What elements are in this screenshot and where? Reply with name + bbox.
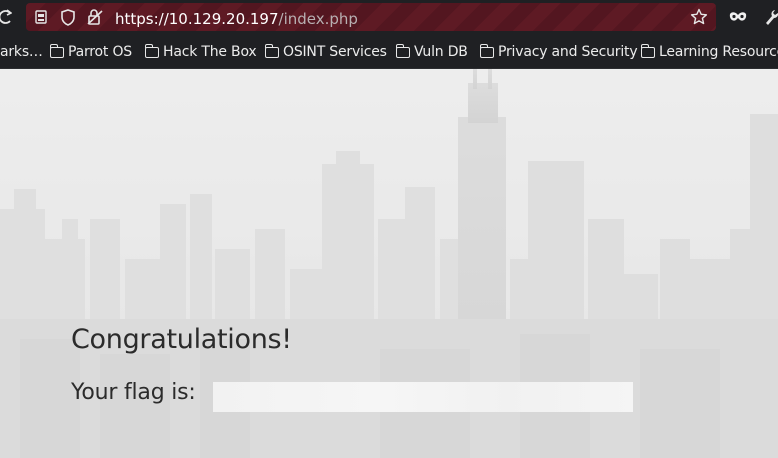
tools-wrench-icon[interactable] xyxy=(765,8,778,29)
address-bar[interactable]: https://10.129.20.197/index.php xyxy=(26,3,716,31)
bookmark-learning-resources[interactable]: Learning Resource xyxy=(640,43,778,61)
browser-toolbar: https://10.129.20.197/index.php xyxy=(0,0,778,34)
bookmark-star-icon[interactable] xyxy=(690,8,708,29)
bookmark-privacy-and-security[interactable]: Privacy and Security xyxy=(479,43,638,61)
folder-icon xyxy=(49,44,64,58)
insecure-lock-icon[interactable] xyxy=(86,8,104,29)
bookmark-label: Vuln DB xyxy=(414,44,468,60)
flag-label: Your flag is: xyxy=(71,380,196,405)
url-path: /index.php xyxy=(278,10,358,28)
bookmark-hack-the-box[interactable]: Hack The Box xyxy=(144,43,257,61)
bookmark-parrot-os[interactable]: Parrot OS xyxy=(49,43,132,61)
tracking-protection-icon[interactable] xyxy=(33,9,49,28)
folder-icon xyxy=(479,44,494,58)
congratulations-heading: Congratulations! xyxy=(71,324,292,355)
url-host: https://10.129.20.197 xyxy=(115,10,279,28)
bookmark-label: OSINT Services xyxy=(283,44,387,60)
bookmarks-toolbar: arks… Parrot OS Hack The Box OSINT Servi… xyxy=(0,34,778,69)
folder-icon xyxy=(395,44,410,58)
folder-icon xyxy=(144,44,159,58)
flag-value-redacted xyxy=(213,382,633,412)
folder-icon xyxy=(264,44,279,58)
bookmark-vuln-db[interactable]: Vuln DB xyxy=(395,43,468,61)
bookmark-label: Learning Resource xyxy=(659,44,778,60)
bookmark-label: Privacy and Security xyxy=(498,44,638,60)
bookmarks-menu-label: arks… xyxy=(0,44,43,60)
bookmark-label: Hack The Box xyxy=(163,44,257,60)
bookmark-label: Parrot OS xyxy=(68,44,132,60)
page-viewport: Congratulations! Your flag is: xyxy=(0,69,778,458)
bookmarks-menu-truncated[interactable]: arks… xyxy=(0,43,43,61)
shield-icon[interactable] xyxy=(60,9,76,29)
reload-icon[interactable] xyxy=(0,9,13,28)
url-text[interactable]: https://10.129.20.197/index.php xyxy=(115,10,358,28)
private-browsing-mask-icon[interactable] xyxy=(729,10,747,26)
bookmark-osint-services[interactable]: OSINT Services xyxy=(264,43,387,61)
folder-icon xyxy=(640,44,655,58)
